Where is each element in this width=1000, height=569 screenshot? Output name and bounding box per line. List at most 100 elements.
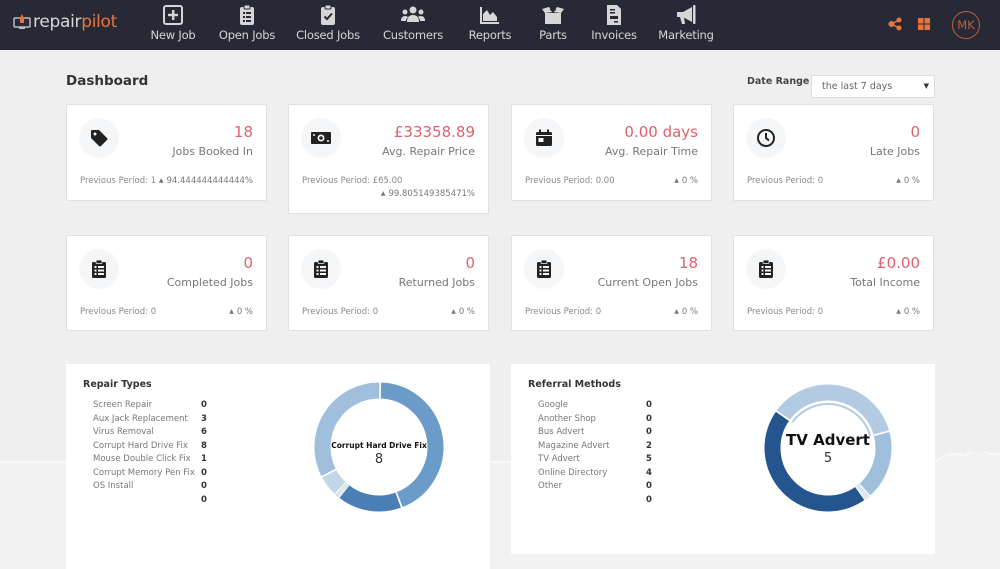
- legend-row: Mouse Double Click Fix 1: [93, 453, 223, 467]
- clock-icon: [757, 129, 775, 147]
- stat-label: Returned Jobs: [398, 276, 475, 289]
- nav-closed-jobs[interactable]: Closed Jobs: [288, 4, 368, 42]
- legend-row: Magazine Advert 2: [538, 440, 668, 454]
- nav-invoices[interactable]: Invoices: [574, 4, 654, 42]
- date-range-select[interactable]: the last 7 days ▼: [811, 75, 935, 98]
- icon-circle: [79, 249, 119, 289]
- legend-row: 0: [93, 494, 223, 508]
- up-triangle-icon: ▲: [896, 308, 901, 315]
- icon-circle: [524, 118, 564, 158]
- up-triangle-icon: ▲: [896, 177, 901, 184]
- legend-name: Other: [538, 481, 563, 491]
- legend-name: Google: [538, 400, 568, 410]
- up-triangle-icon: ▲: [158, 177, 164, 184]
- stat-card-late-jobs[interactable]: 0 Late Jobs Previous Period: 0 ▲ 0 %: [733, 104, 934, 201]
- referral-methods-legend: Google 0 Another Shop 0 Bus Advert 0 Magazine …: [538, 399, 668, 507]
- user-avatar[interactable]: MK: [952, 11, 980, 39]
- area-chart-icon: [480, 7, 499, 24]
- clipboard-list-icon: [759, 259, 773, 278]
- legend-name: Screen Repair: [93, 400, 153, 410]
- legend-row: OS Install 0: [93, 480, 223, 494]
- icon-circle: [746, 249, 786, 289]
- nav-label: Reports: [468, 28, 512, 42]
- stat-card-completed-jobs[interactable]: 0 Completed Jobs Previous Period: 0 ▲ 0 %: [66, 235, 267, 331]
- stat-label: Current Open Jobs: [597, 276, 698, 289]
- legend-row: Corrupt Memory Pen Fix 0: [93, 467, 223, 481]
- app-logo[interactable]: repairpilot: [13, 11, 117, 33]
- share-nodes-icon[interactable]: [888, 17, 902, 31]
- icon-circle: [301, 118, 341, 158]
- legend-name: Another Shop: [538, 413, 596, 424]
- nav-new-job[interactable]: New Job: [133, 4, 213, 42]
- change-value: 0 %: [458, 307, 475, 317]
- change-value: 94.444444444444%: [166, 176, 254, 186]
- nav-label: Invoices: [591, 28, 637, 42]
- clipboard-list-icon: [92, 259, 106, 278]
- up-triangle-icon: ▲: [451, 308, 456, 315]
- previous-period: Previous Period: £65.00: [302, 176, 403, 186]
- stat-label: Avg. Repair Price: [382, 145, 475, 158]
- legend-name: Virus Removal: [93, 427, 154, 437]
- legend-value: 0: [646, 400, 652, 410]
- megaphone-icon: [677, 5, 696, 24]
- legend-value: 5: [646, 454, 652, 464]
- previous-period: Previous Period: 0: [302, 307, 379, 317]
- nav-label: Marketing: [658, 28, 714, 42]
- stat-card-avg-repair-price[interactable]: £33358.89 Avg. Repair Price Previous Per…: [288, 104, 489, 214]
- stat-label: Late Jobs: [869, 145, 920, 158]
- change-percent: ▲ 0 %: [674, 307, 698, 317]
- legend-name: Corrupt Memory Pen Fix: [93, 467, 195, 478]
- stat-card-current-open-jobs[interactable]: 18 Current Open Jobs Previous Period: 0 …: [511, 235, 712, 331]
- stat-card-total-income[interactable]: £0.00 Total Income Previous Period: 0 ▲ 0…: [733, 235, 934, 331]
- change-percent: ▲ 0 %: [229, 307, 253, 317]
- nav-marketing[interactable]: Marketing: [646, 4, 726, 42]
- nav-label: New Job: [150, 28, 196, 42]
- legend-row: TV Advert 5: [538, 453, 668, 467]
- donut-slice-aux-jack-replacement[interactable]: [338, 483, 403, 513]
- stat-card-avg-repair-time[interactable]: 0.00 days Avg. Repair Time Previous Peri…: [511, 104, 712, 201]
- donut-center-label: Corrupt Hard Drive Fix: [331, 441, 427, 450]
- donut-slice-online-directory[interactable]: [775, 383, 891, 436]
- plus-square-icon: [163, 5, 183, 25]
- users-icon: [401, 6, 425, 22]
- clipboard-list-icon: [314, 259, 328, 278]
- legend-name: Bus Advert: [538, 427, 585, 437]
- change-value: 0 %: [903, 307, 920, 317]
- nav-label: Open Jobs: [218, 28, 276, 42]
- change-value: 0 %: [681, 176, 698, 186]
- panel-title: Referral Methods: [528, 379, 621, 390]
- legend-value: 3: [201, 413, 207, 424]
- legend-name: Corrupt Hard Drive Fix: [93, 440, 188, 451]
- previous-period: Previous Period: 0: [747, 307, 824, 317]
- previous-period: Previous Period: 1: [80, 176, 157, 186]
- tag-icon: [91, 130, 108, 147]
- legend-value: 0: [201, 467, 207, 478]
- clipboard-check-icon: [321, 4, 335, 25]
- legend-name: TV Advert: [538, 454, 580, 464]
- grid-icon[interactable]: [917, 17, 931, 31]
- clipboard-list-icon: [537, 259, 551, 278]
- change-value: 0 %: [681, 307, 698, 317]
- legend-row: Google 0: [538, 399, 668, 413]
- calendar-icon: [536, 129, 552, 146]
- legend-value: 0: [646, 481, 652, 491]
- previous-period: Previous Period: 0: [525, 307, 602, 317]
- stat-value: £0.00: [877, 254, 920, 272]
- previous-period: Previous Period: 0: [747, 176, 824, 186]
- nav-label: Closed Jobs: [296, 28, 360, 42]
- nav-customers[interactable]: Customers: [373, 4, 453, 42]
- nav-open-jobs[interactable]: Open Jobs: [207, 4, 287, 42]
- repair-types-legend: Screen Repair 0 Aux Jack Replacement 3 Virus…: [93, 399, 223, 507]
- legend-row: Online Directory 4: [538, 467, 668, 481]
- stat-label: Completed Jobs: [166, 276, 253, 289]
- up-triangle-icon: ▲: [674, 308, 679, 315]
- legend-name: Online Directory: [538, 467, 608, 478]
- legend-name: OS Install: [93, 481, 134, 491]
- legend-value: 1: [201, 454, 207, 464]
- stat-card-jobs-booked[interactable]: 18 Jobs Booked In Previous Period: 1 ▲ 94…: [66, 104, 267, 201]
- donut-center-label: TV Advert: [786, 431, 870, 449]
- date-range-label: Date Range: [747, 76, 810, 87]
- stat-value: 0: [910, 123, 920, 141]
- legend-value: 0: [201, 494, 207, 505]
- stat-card-returned-jobs[interactable]: 0 Returned Jobs Previous Period: 0 ▲ 0 %: [288, 235, 489, 331]
